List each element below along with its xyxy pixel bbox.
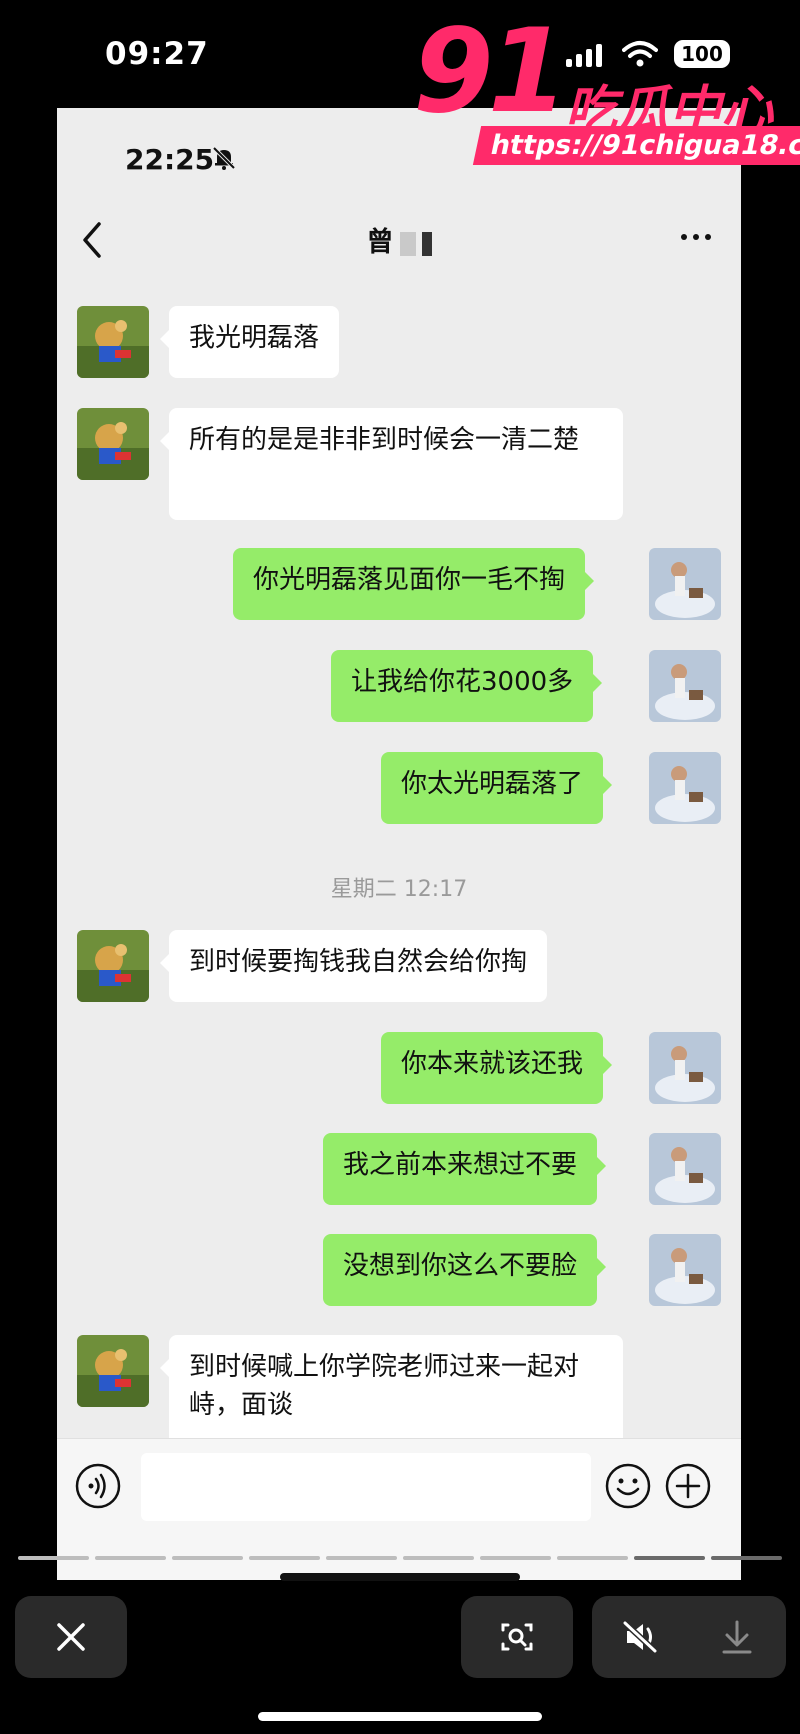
self-avatar[interactable] [649, 1234, 721, 1306]
download-icon[interactable] [689, 1596, 786, 1678]
message-bubble[interactable]: 我光明磊落 [159, 306, 340, 378]
self-avatar[interactable] [649, 1032, 721, 1104]
self-avatar[interactable] [649, 1133, 721, 1205]
watermark-url: https://91chigua18.com [472, 126, 800, 165]
watermark-logo: 91 吃瓜中心 https://91chigua18.com [405, 4, 800, 168]
message-bubble[interactable]: 我之前本来想过不要 [323, 1133, 607, 1205]
self-avatar[interactable] [649, 650, 721, 722]
watermark-number: 91 [413, 4, 568, 139]
message-input[interactable] [141, 1453, 591, 1521]
plus-icon[interactable] [665, 1463, 711, 1509]
voice-icon[interactable] [75, 1463, 121, 1509]
self-avatar[interactable] [649, 548, 721, 620]
message-bubble[interactable]: 到时候喊上你学院老师过来一起对峙，面谈 [160, 1335, 623, 1447]
contact-avatar[interactable] [77, 408, 149, 480]
close-button[interactable] [15, 1596, 127, 1678]
close-icon [57, 1623, 85, 1651]
time-divider: 星期二 12:17 [330, 877, 468, 902]
message-bubble[interactable]: 没想到你这么不要脸 [323, 1234, 607, 1306]
image-search-icon [501, 1623, 533, 1651]
message-list: 我光明磊落 所有的是是非非到时候会一清二楚 你光明磊落见面你一毛不掏 让我给你花… [57, 108, 741, 1447]
story-progress [18, 1556, 782, 1560]
message-bubble[interactable]: 你光明磊落见面你一毛不掏 [233, 548, 595, 620]
message-bubble[interactable]: 你太光明磊落了 [381, 752, 613, 824]
inner-home-indicator [280, 1573, 520, 1581]
media-actions-group [592, 1596, 786, 1678]
message-bubble[interactable]: 到时候要掏钱我自然会给你掏 [159, 930, 548, 1002]
os-status-time: 09:27 [105, 36, 209, 72]
emoji-icon[interactable] [605, 1463, 651, 1509]
contact-avatar[interactable] [77, 930, 149, 1002]
chat-screenshot: 22:25 曾 我光明磊落 所有的是是非非到时候会一清二楚 你光明磊落见面你一毛… [57, 108, 741, 1580]
message-bubble[interactable]: 让我给你花3000多 [331, 650, 603, 722]
mute-icon[interactable] [592, 1596, 689, 1678]
image-search-button[interactable] [461, 1596, 573, 1678]
home-indicator[interactable] [258, 1712, 542, 1721]
message-bubble[interactable]: 所有的是是非非到时候会一清二楚 [160, 408, 623, 520]
contact-avatar[interactable] [77, 306, 149, 378]
self-avatar[interactable] [649, 752, 721, 824]
contact-avatar[interactable] [77, 1335, 149, 1407]
message-bubble[interactable]: 你本来就该还我 [381, 1032, 613, 1104]
